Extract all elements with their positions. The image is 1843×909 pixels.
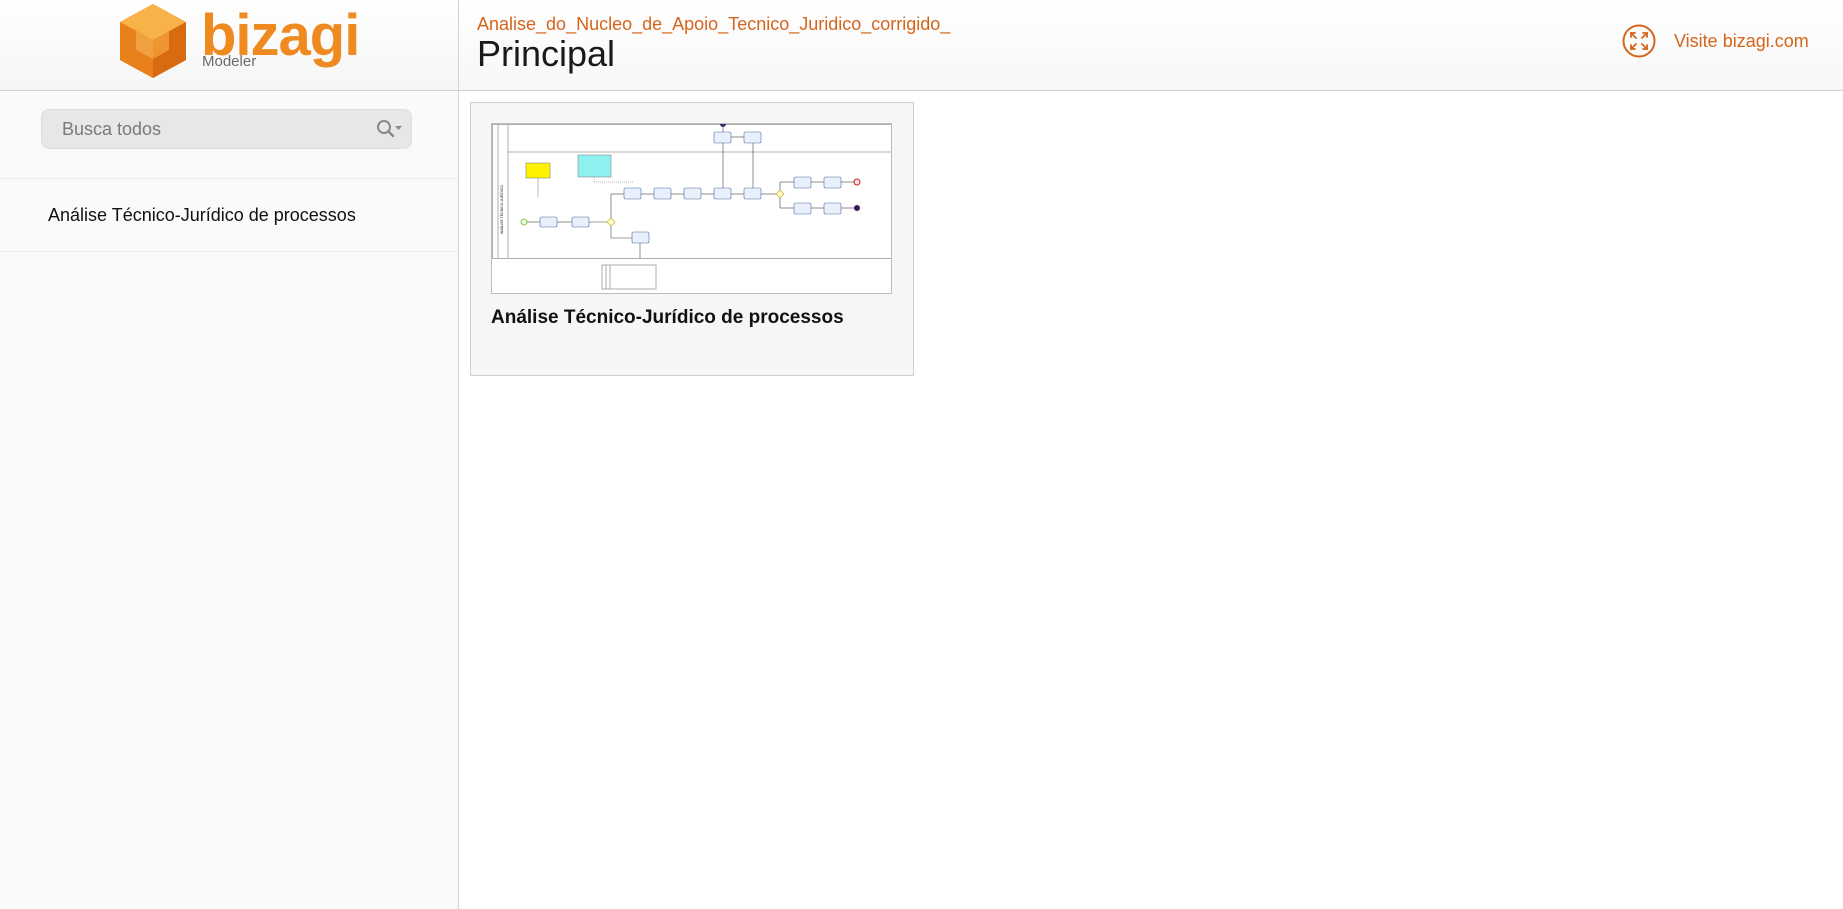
search-box: [41, 109, 412, 149]
sidebar-item-label: Análise Técnico-Jurídico de processos: [48, 204, 356, 225]
visit-bizagi-link[interactable]: Visite bizagi.com: [1622, 24, 1809, 58]
sidebar-divider: [0, 251, 458, 252]
expand-icon: [1622, 24, 1656, 58]
bizagi-cube-logo-icon: [120, 4, 186, 78]
process-card-title[interactable]: Análise Técnico-Jurídico de processos: [491, 307, 844, 329]
search-icon[interactable]: [375, 119, 403, 139]
logo-area: bizagi Modeler: [0, 0, 459, 90]
breadcrumb-file-name[interactable]: Analise_do_Nucleo_de_Apoio_Tecnico_Jurid…: [477, 14, 950, 34]
page-title: Principal: [477, 33, 616, 74]
main-content: ANÁLISE TÉCNICO-JURÍDICO Análise Técnico…: [460, 91, 1843, 909]
process-diagram-thumbnail[interactable]: ANÁLISE TÉCNICO-JURÍDICO: [491, 123, 892, 294]
logo-product-name: Modeler: [202, 53, 257, 70]
svg-text:ANÁLISE TÉCNICO-JURÍDICO: ANÁLISE TÉCNICO-JURÍDICO: [499, 185, 504, 234]
search-input[interactable]: [42, 110, 362, 148]
visit-link-label: Visite bizagi.com: [1674, 30, 1809, 51]
process-card[interactable]: ANÁLISE TÉCNICO-JURÍDICO Análise Técnico…: [470, 102, 914, 376]
sidebar-item-process[interactable]: Análise Técnico-Jurídico de processos: [0, 179, 458, 251]
app-header: bizagi Modeler Analise_do_Nucleo_de_Apoi…: [0, 0, 1843, 91]
sidebar: Análise Técnico-Jurídico de processos: [0, 91, 459, 909]
diagram-preview-image: ANÁLISE TÉCNICO-JURÍDICO: [492, 124, 891, 290]
